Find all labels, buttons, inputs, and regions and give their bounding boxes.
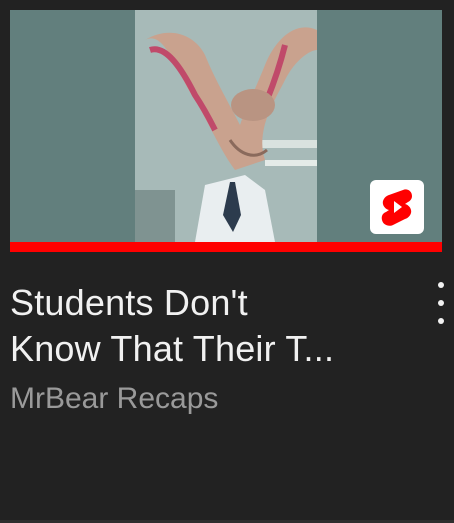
shorts-badge — [370, 180, 424, 234]
thumbnail-scene — [135, 10, 317, 242]
more-vertical-icon-dot — [438, 318, 444, 324]
more-vertical-icon-dot — [438, 300, 444, 306]
video-card[interactable]: Students Don't Know That Their T... MrBe… — [0, 0, 454, 523]
thumbnail-image — [135, 10, 317, 242]
more-options-button[interactable] — [428, 282, 454, 324]
watch-progress-fill — [10, 242, 442, 252]
channel-name[interactable]: MrBear Recaps — [10, 381, 218, 417]
thumbnail-blur-left — [10, 10, 135, 242]
more-vertical-icon — [438, 282, 444, 288]
watch-progress-bar — [10, 242, 442, 252]
video-title[interactable]: Students Don't Know That Their T... — [10, 280, 410, 372]
video-thumbnail[interactable] — [10, 10, 442, 252]
youtube-shorts-icon — [381, 189, 412, 226]
